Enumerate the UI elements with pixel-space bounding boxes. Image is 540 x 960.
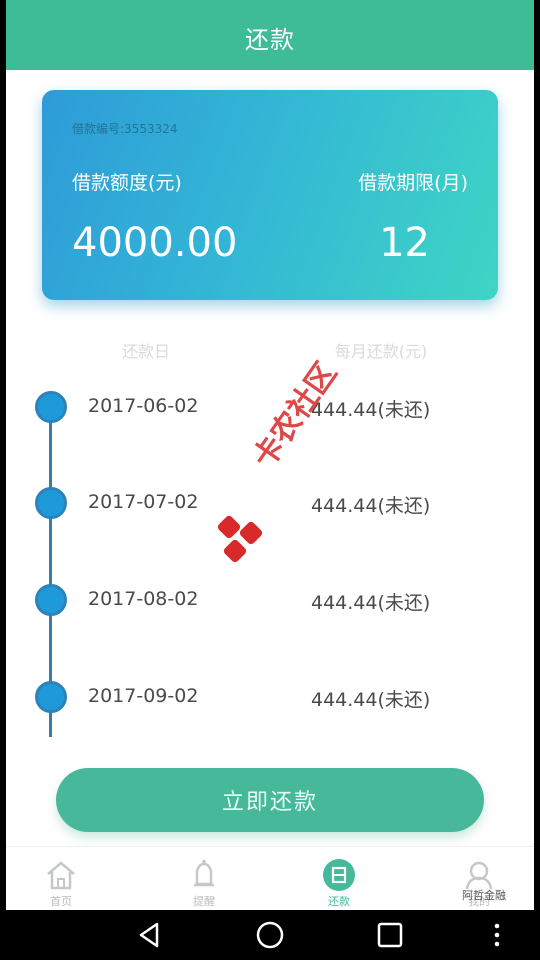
timeline-dot (35, 584, 67, 616)
loan-term-label: 借款期限(月) (358, 172, 468, 194)
tab-repay-label: 还款 (328, 895, 350, 908)
app-header: 还款 (6, 0, 534, 70)
back-icon[interactable] (133, 918, 167, 952)
schedule-row-date: 2017-06-02 (88, 395, 199, 417)
bottom-tab-bar: 首页 提醒 还款 我的 (6, 846, 534, 910)
loan-card: 借款编号:3553324 借款额度(元) 借款期限(月) 4000.00 12 (42, 90, 498, 300)
tab-repay[interactable]: 还款 (284, 847, 394, 910)
watermark-logo-icon (217, 515, 263, 563)
monthly-amount-column-header: 每月还款(元) (334, 342, 428, 361)
repay-now-label: 立即还款 (221, 790, 318, 815)
bell-icon (194, 859, 214, 887)
loan-amount-value: 4000.00 (72, 220, 238, 266)
timeline-dot (35, 681, 67, 713)
recents-icon[interactable] (373, 918, 407, 952)
page-title: 还款 (245, 26, 295, 54)
app-screen: 还款 借款编号:3553324 借款额度(元) 借款期限(月) 4000.00 … (6, 0, 534, 910)
schedule-row-amount: 444.44(未还) (311, 495, 431, 517)
tab-home-label: 首页 (50, 895, 72, 908)
loan-number: 借款编号:3553324 (72, 122, 178, 136)
repay-icon (323, 859, 355, 891)
loan-amount-label: 借款额度(元) (72, 172, 182, 194)
corner-watermark-text: 阿哲金融 (462, 889, 506, 902)
timeline-dot (35, 391, 67, 423)
schedule-row-amount: 444.44(未还) (311, 592, 431, 614)
tab-reminder-label: 提醒 (193, 895, 215, 908)
tab-home[interactable]: 首页 (6, 847, 116, 910)
home-icon (47, 861, 75, 890)
android-nav-bar (0, 910, 540, 960)
timeline-dot (35, 487, 67, 519)
schedule-row-amount: 444.44(未还) (311, 399, 431, 421)
loan-term-value: 12 (379, 220, 430, 266)
schedule-row-amount: 444.44(未还) (311, 689, 431, 711)
home-button-icon[interactable] (253, 918, 287, 952)
watermark: 卡农社区 (212, 356, 372, 570)
schedule-row-date: 2017-07-02 (88, 491, 199, 513)
phone-screen: 还款 借款编号:3553324 借款额度(元) 借款期限(月) 4000.00 … (0, 0, 540, 960)
menu-dots-icon[interactable] (480, 918, 514, 952)
repay-now-button[interactable]: 立即还款 (56, 768, 484, 832)
schedule-row-date: 2017-09-02 (88, 685, 199, 707)
schedule-row-date: 2017-08-02 (88, 588, 199, 610)
due-date-column-header: 还款日 (121, 342, 170, 361)
tab-reminder[interactable]: 提醒 (149, 847, 259, 910)
